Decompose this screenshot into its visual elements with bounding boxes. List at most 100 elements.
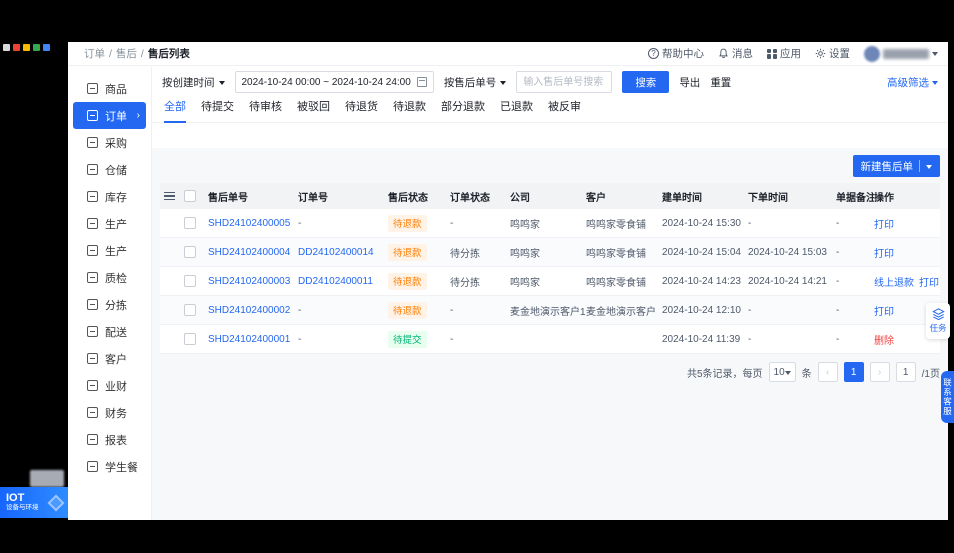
student-meals-icon [87, 461, 98, 472]
row-checkbox[interactable] [184, 217, 196, 229]
next-page-button[interactable]: › [869, 362, 890, 382]
tab-all[interactable]: 全部 [164, 98, 186, 123]
sidebar-item-label: 采购 [105, 137, 127, 150]
avatar [864, 45, 880, 62]
online-refund-link[interactable]: 线上退款 [874, 274, 914, 289]
user-account[interactable] [864, 45, 938, 62]
prev-page-button[interactable]: ‹ [817, 362, 838, 382]
page-size-select[interactable]: 10 [768, 362, 796, 382]
tab-counter-review[interactable]: 被反审 [548, 98, 581, 123]
chevron-right-icon: › [136, 110, 140, 121]
sidebar-item-delivery[interactable]: 配送 [73, 318, 146, 345]
order-no: - [298, 333, 302, 345]
time-field-label: 按创建时间 [162, 76, 215, 89]
sidebar-item-production-2[interactable]: 生产 [73, 237, 146, 264]
sidebar-item-goods[interactable]: 商品 [73, 75, 146, 102]
tab-refunded[interactable]: 已退款 [500, 98, 533, 123]
col-remark: 单据备注 [836, 192, 874, 204]
sidebar-item-production[interactable]: 生产 [73, 210, 146, 237]
breadcrumb-aftersale[interactable]: 售后 [116, 46, 137, 61]
table-row: SHD24102400005 - 待退款 - 鸣鸣家 鸣鸣家零食铺 2024-1… [160, 209, 940, 238]
help-center-button[interactable]: ? 帮助中心 [648, 46, 704, 61]
tab-pending-return[interactable]: 待退货 [345, 98, 378, 123]
export-button[interactable]: 导出 [679, 75, 700, 90]
number-field-select[interactable]: 按售后单号 [444, 75, 507, 90]
aftersale-no-link[interactable]: SHD24102400002 [208, 305, 298, 316]
aftersale-no-link[interactable]: SHD24102400005 [208, 218, 298, 229]
aftersale-no-link[interactable]: SHD24102400003 [208, 276, 298, 287]
tab-pending-refund[interactable]: 待退款 [393, 98, 426, 123]
search-button[interactable]: 搜索 [622, 71, 670, 93]
company: 鸣鸣家 [510, 219, 540, 231]
order-no-link[interactable]: DD24102400014 [298, 247, 388, 258]
remark: - [836, 275, 840, 287]
sidebar-item-customers[interactable]: 客户 [73, 345, 146, 372]
sidebar-item-student-meals[interactable]: 学生餐 [73, 453, 146, 480]
tab-partial-refund[interactable]: 部分退款 [441, 98, 485, 123]
button-divider [919, 160, 920, 172]
sidebar-item-reports[interactable]: 报表 [73, 426, 146, 453]
page-jump-input[interactable]: 1 [895, 362, 916, 382]
sorting-icon [87, 299, 98, 310]
order-no-link[interactable]: DD24102400011 [298, 276, 388, 287]
time-field-select[interactable]: 按创建时间 [162, 75, 225, 90]
remark: - [836, 217, 840, 229]
sidebar-item-quality[interactable]: 质检 [73, 264, 146, 291]
sidebar-item-label: 质检 [105, 272, 127, 285]
row-checkbox[interactable] [184, 246, 196, 258]
current-page-button[interactable]: 1 [843, 362, 864, 382]
apps-button[interactable]: 应用 [767, 46, 801, 61]
iot-subtitle: 设备与环境 [6, 504, 39, 511]
breadcrumb-orders[interactable]: 订单 [84, 46, 105, 61]
new-aftersale-button[interactable]: 新建售后单 [852, 155, 940, 177]
print-link[interactable]: 打印 [919, 274, 939, 289]
remark: - [836, 304, 840, 316]
table-row: SHD24102400002 - 待退款 - 麦金地演示客户1 麦金地演示客户 … [160, 296, 940, 325]
aftersale-no-link[interactable]: SHD24102400004 [208, 247, 298, 258]
sidebar-item-label: 财务 [105, 407, 127, 420]
row-checkbox[interactable] [184, 333, 196, 345]
tab-pending-submit[interactable]: 待提交 [201, 98, 234, 123]
date-range-value: 2024-10-24 00:00 ~ 2024-10-24 24:00 [241, 76, 411, 88]
customer: 麦金地演示客户 [586, 306, 656, 318]
search-input[interactable] [516, 71, 613, 93]
pagination: 共5条记录，每页 10 条 ‹ 1 › 1 /1页 [160, 362, 940, 382]
sidebar-item-sorting[interactable]: 分拣 [73, 291, 146, 318]
sidebar-item-warehouse[interactable]: 仓储 [73, 156, 146, 183]
contact-service-tab[interactable]: 联系客服 [941, 371, 954, 423]
ordered-time: - [748, 217, 752, 229]
reset-button[interactable]: 重置 [710, 75, 731, 90]
date-range-picker[interactable]: 2024-10-24 00:00 ~ 2024-10-24 24:00 [234, 71, 434, 93]
sidebar-item-label: 订单 [105, 110, 127, 123]
row-checkbox[interactable] [184, 304, 196, 316]
column-settings-icon[interactable] [164, 191, 175, 201]
sidebar-item-orders[interactable]: 订单 › [73, 102, 146, 129]
tab-rejected[interactable]: 被驳回 [297, 98, 330, 123]
sidebar-item-purchase[interactable]: 采购 [73, 129, 146, 156]
aftersale-status: 待退款 [388, 243, 450, 261]
sidebar-item-label: 商品 [105, 83, 127, 96]
breadcrumb: 订单 / 售后 / 售后列表 [84, 46, 190, 61]
created-time: 2024-10-24 15:30 [662, 217, 741, 229]
sidebar-item-business-finance[interactable]: 业财 [73, 372, 146, 399]
col-order-no: 订单号 [298, 192, 328, 204]
print-link[interactable]: 打印 [874, 216, 894, 231]
table-toolbar: 新建售后单 [160, 153, 940, 183]
sidebar-item-inventory[interactable]: 库存 [73, 183, 146, 210]
aftersale-no-link[interactable]: SHD24102400001 [208, 334, 298, 345]
col-actions: 操作 [874, 192, 894, 204]
col-aftersale-no: 售后单号 [208, 192, 248, 204]
sidebar-item-finance[interactable]: 财务 [73, 399, 146, 426]
select-all-checkbox[interactable] [184, 190, 196, 202]
tab-pending-review[interactable]: 待审核 [249, 98, 282, 123]
sidebar: 商品 订单 › 采购 仓储 库存 生产 生产 质检 分拣 配送 客户 业财 财务… [68, 67, 152, 520]
messages-button[interactable]: 消息 [718, 46, 753, 61]
advanced-filter-link[interactable]: 高级筛选 [887, 75, 938, 90]
row-checkbox[interactable] [184, 275, 196, 287]
customer: 鸣鸣家零食铺 [586, 277, 646, 289]
settings-button[interactable]: 设置 [815, 46, 850, 61]
task-widget[interactable]: 任务 [926, 303, 950, 339]
print-link[interactable]: 打印 [874, 303, 894, 318]
delete-link[interactable]: 删除 [874, 332, 894, 347]
print-link[interactable]: 打印 [874, 245, 894, 260]
